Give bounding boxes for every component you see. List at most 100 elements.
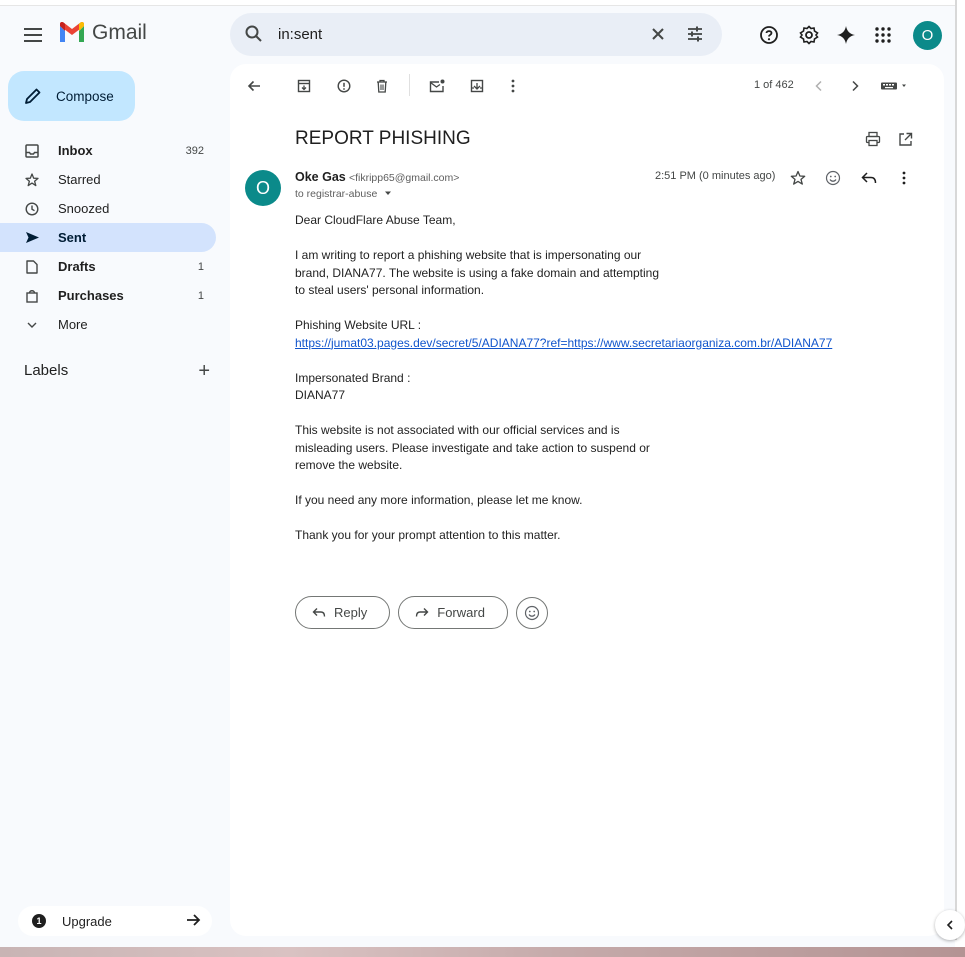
reply-icon[interactable] <box>860 169 878 187</box>
archive-icon[interactable] <box>294 76 314 96</box>
app-header: Gmail O <box>0 8 955 64</box>
reply-icon <box>312 607 326 617</box>
purchases-count: 1 <box>197 289 204 302</box>
window-top-edge <box>0 0 965 6</box>
forward-button[interactable]: Forward <box>398 596 508 629</box>
mark-unread-icon[interactable] <box>427 76 447 96</box>
subject-actions <box>864 128 924 148</box>
delete-trash-icon[interactable] <box>372 76 392 96</box>
message-panel: 1 of 462 REPORT PHISHING O Oke Gas <fikr… <box>230 64 944 936</box>
report-spam-icon[interactable] <box>334 76 354 96</box>
sender-avatar: O <box>245 170 281 206</box>
reply-actions: Reply Forward <box>295 596 548 629</box>
reply-label: Reply <box>334 605 368 620</box>
apps-grid-icon[interactable] <box>870 22 896 48</box>
gmail-wordmark: Gmail <box>92 21 147 44</box>
add-reaction-icon[interactable] <box>824 169 842 187</box>
sidebar-item-starred[interactable]: Starred <box>0 165 216 194</box>
compose-button[interactable]: Compose <box>8 71 135 121</box>
back-arrow-icon[interactable] <box>244 76 264 96</box>
phishing-url-link[interactable]: https://jumat03.pages.dev/secret/5/ADIAN… <box>295 336 832 350</box>
body-paragraph: This website is not associated with our … <box>295 423 650 472</box>
arrow-right-icon <box>184 911 202 932</box>
gmail-logo[interactable]: Gmail <box>58 21 147 45</box>
star-icon[interactable] <box>789 169 807 187</box>
desktop-taskbar-edge <box>0 947 965 957</box>
recipient-text: to registrar-abuse <box>295 188 378 200</box>
sidebar-item-inbox[interactable]: Inbox 392 <box>0 136 216 165</box>
sender-line: Oke Gas <fikripp65@gmail.com> <box>295 170 459 184</box>
search-options-icon[interactable] <box>685 24 705 49</box>
unread-count: 392 <box>185 144 204 157</box>
forward-label: Forward <box>437 605 485 620</box>
purchases-icon <box>24 288 40 304</box>
sidebar-item-label: Sent <box>58 230 87 245</box>
body-greeting: Dear CloudFlare Abuse Team, <box>295 213 456 227</box>
brand-value: DIANA77 <box>295 388 346 402</box>
search-bar[interactable] <box>230 13 722 56</box>
labels-heading: Labels <box>24 362 69 379</box>
keyboard-input-icon[interactable] <box>880 76 912 96</box>
reply-button[interactable]: Reply <box>295 596 391 629</box>
message-subject: REPORT PHISHING <box>295 128 471 149</box>
clock-icon <box>24 201 40 217</box>
sidebar-item-label: Drafts <box>58 259 96 274</box>
add-label-icon[interactable]: + <box>198 361 210 381</box>
brand-block: Impersonated Brand : DIANA77 <box>295 370 855 405</box>
labels-section: Labels + <box>24 361 210 382</box>
add-to-tasks-icon[interactable] <box>467 76 487 96</box>
hamburger-icon <box>24 28 42 42</box>
sidebar-item-label: Inbox <box>58 143 93 158</box>
help-icon[interactable] <box>756 22 782 48</box>
clear-search-icon[interactable] <box>648 24 668 49</box>
forward-icon <box>416 607 429 617</box>
emoji-reaction-button[interactable] <box>515 596 548 629</box>
sidebar-item-sent[interactable]: Sent <box>0 223 216 252</box>
pencil-icon <box>25 88 41 104</box>
draft-count: 1 <box>197 260 204 273</box>
sidebar-item-label: Starred <box>58 172 101 187</box>
body-paragraph: Thank you for your prompt attention to t… <box>295 528 561 542</box>
print-icon[interactable] <box>864 130 882 148</box>
brand-label: Impersonated Brand : <box>295 370 411 385</box>
main-menu-button[interactable] <box>16 20 50 50</box>
chevron-right-icon[interactable] <box>845 76 865 96</box>
body-paragraph: I am writing to report a phishing websit… <box>295 248 659 297</box>
sidebar-item-snoozed[interactable]: Snoozed <box>0 194 216 223</box>
upgrade-button[interactable]: 1 Upgrade <box>18 906 212 936</box>
chevron-left-icon[interactable] <box>809 76 829 96</box>
gemini-sparkle-icon[interactable] <box>833 22 859 48</box>
upgrade-badge-icon: 1 <box>32 914 46 928</box>
body-paragraph: If you need any more information, please… <box>295 493 583 507</box>
pagination-count: 1 of 462 <box>754 79 794 91</box>
more-vert-icon[interactable] <box>895 169 913 187</box>
sidebar-item-purchases[interactable]: Purchases 1 <box>0 281 216 310</box>
open-new-window-icon[interactable] <box>896 130 914 148</box>
sender-email: <fikripp65@gmail.com> <box>348 172 460 184</box>
sender-name[interactable]: Oke Gas <box>295 170 346 184</box>
star-icon <box>24 172 40 188</box>
sidebar-item-label: Purchases <box>58 288 124 303</box>
upgrade-label: Upgrade <box>62 913 112 929</box>
sidebar-item-label: More <box>58 317 88 332</box>
recipient-line[interactable]: to registrar-abuse <box>295 188 393 200</box>
search-input[interactable] <box>278 23 618 45</box>
settings-gear-icon[interactable] <box>796 22 822 48</box>
gmail-m-icon <box>60 22 84 42</box>
draft-icon <box>24 259 40 275</box>
sidebar-item-label: Snoozed <box>58 201 110 216</box>
url-label: Phishing Website URL : <box>295 318 422 332</box>
sidebar-item-drafts[interactable]: Drafts 1 <box>0 252 216 281</box>
sidebar-nav: Inbox 392 Starred Snoozed Sent Drafts 1 … <box>0 136 216 339</box>
side-panel-toggle-button[interactable] <box>935 910 965 940</box>
sidebar-item-more[interactable]: More <box>0 310 216 339</box>
message-body: Dear CloudFlare Abuse Team, I am writing… <box>295 212 855 562</box>
chevron-left-icon <box>946 920 953 930</box>
message-actions <box>786 167 916 189</box>
account-avatar[interactable]: O <box>913 21 942 50</box>
smiley-icon <box>524 605 540 620</box>
message-toolbar: 1 of 462 <box>230 72 944 100</box>
search-icon[interactable] <box>244 24 264 49</box>
more-vert-icon[interactable] <box>503 76 523 96</box>
toolbar-divider <box>409 74 410 96</box>
